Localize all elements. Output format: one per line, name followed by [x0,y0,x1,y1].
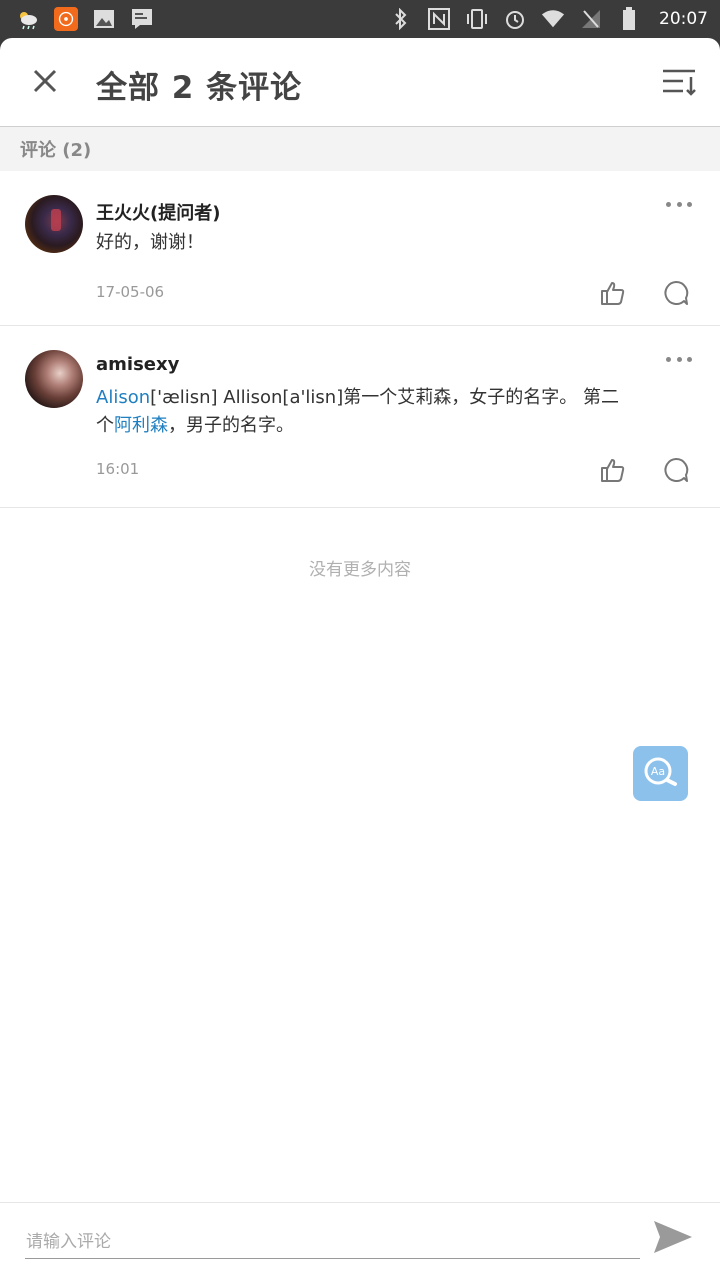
section-header: 评论 (2) [0,127,720,171]
sort-button[interactable] [660,64,700,100]
comment-text: Alison['ælisn] Allison[a'lisn]第一个艾莉森，女子的… [96,384,620,440]
send-button[interactable] [652,1219,694,1255]
font-search-icon: Aa [641,754,681,794]
comment-input-bar [0,1202,720,1280]
comment-time: 17-05-06 [96,283,165,301]
nfc-icon [427,7,451,31]
thumbs-up-icon [600,280,626,306]
status-bar: 20:07 [0,0,720,38]
more-icon-dot [666,201,671,207]
bluetooth-icon [389,7,413,31]
signal-icon [579,7,603,31]
vibrate-icon [465,7,489,31]
more-icon-dot [676,356,682,362]
alarm-icon [503,7,527,31]
status-bar-left [16,7,154,31]
avatar[interactable] [25,350,83,408]
comment-link[interactable]: 阿利森 [114,415,168,436]
status-time: 20:07 [659,9,708,29]
more-options-button[interactable] [666,352,692,366]
reply-button[interactable] [661,278,691,308]
avatar[interactable] [25,195,83,253]
thumbs-up-icon [600,457,626,483]
send-icon [653,1220,693,1254]
header: 全部 2 条评论 [0,38,720,127]
sort-icon [663,68,697,96]
comment-author[interactable]: amisexy [96,354,179,375]
comment-text: 好的，谢谢！ [96,232,204,253]
comment-input[interactable] [25,1225,640,1259]
like-button[interactable] [598,278,628,308]
comment-bubble-icon [663,280,689,306]
comment-bubble-icon [663,457,689,483]
comment-time: 16:01 [96,460,140,478]
comments-sheet: 全部 2 条评论 评论 (2) 王火火(提问者) 好的，谢谢！ 17-05-06 [0,38,720,1280]
app-notification-icon [54,7,78,31]
more-options-button[interactable] [666,197,692,211]
more-icon-dot [687,356,692,362]
more-icon-dot [687,201,692,207]
close-button[interactable] [28,64,62,98]
more-icon-dot [666,356,671,362]
wifi-icon [541,7,565,31]
close-icon [32,68,58,94]
like-button[interactable] [598,455,628,485]
message-icon [130,7,154,31]
no-more-content-text: 没有更多内容 [309,560,411,580]
reply-button[interactable] [661,455,691,485]
comment-link[interactable]: Alison [96,387,150,408]
status-bar-right: 20:07 [389,7,708,31]
font-size-button[interactable]: Aa [633,746,688,801]
comment-item: amisexy Alison['ælisn] Allison[a'lisn]第一… [0,326,720,508]
more-icon-dot [676,201,682,207]
comment-author[interactable]: 王火火(提问者) [96,199,220,225]
weather-icon [16,7,40,31]
comment-text-part: ，男子的名字。 [168,415,294,436]
page-title: 全部 2 条评论 [96,70,303,106]
battery-icon [617,7,641,31]
font-button-label: Aa [650,765,664,778]
image-icon [92,7,116,31]
comment-item: 王火火(提问者) 好的，谢谢！ 17-05-06 [0,171,720,326]
